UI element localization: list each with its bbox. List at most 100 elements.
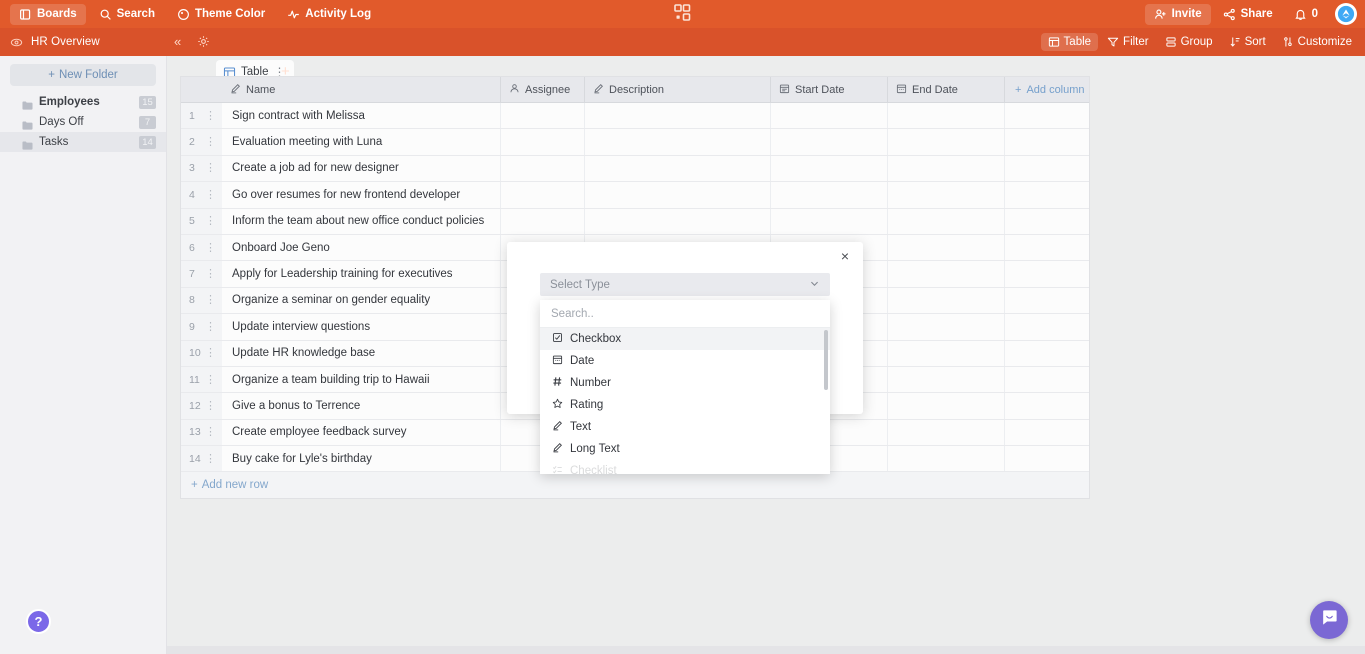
view-tool-sort[interactable]: Sort: [1222, 33, 1273, 51]
cell-name[interactable]: Go over resumes for new frontend develop…: [222, 182, 501, 208]
cell-assignee[interactable]: [501, 182, 585, 208]
cell-end-date[interactable]: [888, 103, 1005, 129]
row-menu-button[interactable]: ⋮: [205, 295, 216, 306]
visibility-eye-icon[interactable]: [10, 36, 23, 49]
type-search-field[interactable]: [540, 300, 830, 328]
row-menu-button[interactable]: ⋮: [205, 269, 216, 280]
add-column-button[interactable]: + Add column: [1005, 77, 1089, 103]
intercom-chat-button[interactable]: [1310, 601, 1348, 639]
notifications-button[interactable]: 0: [1285, 4, 1327, 25]
cell-end-date[interactable]: [888, 234, 1005, 261]
add-new-row-button[interactable]: + Add new row: [181, 472, 1089, 499]
cell-description[interactable]: [585, 208, 771, 234]
cell-end-date[interactable]: [888, 208, 1005, 234]
type-option-text[interactable]: Text: [540, 416, 830, 438]
cell-start-date[interactable]: [771, 155, 888, 182]
row-menu-button[interactable]: ⋮: [205, 110, 216, 121]
close-icon[interactable]: ×: [837, 248, 853, 264]
cell-name[interactable]: Organize a seminar on gender equality: [222, 287, 501, 314]
column-header-assignee[interactable]: Assignee: [501, 77, 585, 103]
sidebar-item-days-off[interactable]: Days Off 7: [0, 112, 166, 132]
cell-end-date[interactable]: [888, 182, 1005, 208]
view-tool-table[interactable]: Table: [1040, 33, 1099, 51]
cell-name[interactable]: Give a bonus to Terrence: [222, 393, 501, 419]
row-menu-button[interactable]: ⋮: [205, 348, 216, 359]
table-row[interactable]: 1 ⋮ Sign contract with Melissa: [181, 103, 1089, 130]
view-tool-customize[interactable]: Customize: [1275, 33, 1359, 51]
cell-assignee[interactable]: [501, 103, 585, 129]
nav-theme-color-button[interactable]: Theme Color: [168, 4, 274, 25]
cell-start-date[interactable]: [771, 182, 888, 208]
view-tool-group[interactable]: Group: [1158, 33, 1220, 51]
type-option-long-text[interactable]: Long Text: [540, 438, 830, 460]
cell-name[interactable]: Organize a team building trip to Hawaii: [222, 366, 501, 393]
sidebar-item-tasks[interactable]: Tasks 14: [0, 132, 166, 152]
cell-name[interactable]: Apply for Leadership training for execut…: [222, 261, 501, 287]
cell-assignee[interactable]: [501, 155, 585, 182]
cell-end-date[interactable]: [888, 419, 1005, 446]
collapse-sidebar-button[interactable]: «: [174, 34, 181, 50]
cell-name[interactable]: Sign contract with Melissa: [222, 103, 501, 129]
cell-description[interactable]: [585, 103, 771, 129]
share-button[interactable]: Share: [1214, 4, 1282, 25]
type-option-checkbox[interactable]: Checkbox: [540, 328, 830, 350]
invite-button[interactable]: Invite: [1144, 3, 1211, 25]
help-button[interactable]: ?: [26, 609, 51, 634]
cell-assignee[interactable]: [501, 208, 585, 234]
cell-name[interactable]: Inform the team about new office conduct…: [222, 208, 501, 234]
type-option-rating[interactable]: Rating: [540, 394, 830, 416]
row-menu-button[interactable]: ⋮: [205, 216, 216, 227]
dropdown-scrollbar[interactable]: [824, 330, 828, 390]
type-option-date[interactable]: Date: [540, 350, 830, 372]
type-option-checklist[interactable]: Checklist: [540, 460, 830, 474]
new-folder-button[interactable]: + New Folder: [10, 64, 156, 86]
cell-name[interactable]: Buy cake for Lyle's birthday: [222, 446, 501, 472]
cell-name[interactable]: Onboard Joe Geno: [222, 234, 501, 261]
cell-name[interactable]: Create employee feedback survey: [222, 419, 501, 446]
cell-name[interactable]: Update interview questions: [222, 314, 501, 340]
cell-start-date[interactable]: [771, 103, 888, 129]
column-header-end-date[interactable]: End Date: [888, 77, 1005, 103]
row-menu-button[interactable]: ⋮: [205, 242, 216, 253]
cell-end-date[interactable]: [888, 261, 1005, 287]
cell-end-date[interactable]: [888, 340, 1005, 366]
table-row[interactable]: 4 ⋮ Go over resumes for new frontend devel…: [181, 182, 1089, 209]
nav-search-button[interactable]: Search: [90, 4, 164, 25]
cell-end-date[interactable]: [888, 393, 1005, 419]
cell-end-date[interactable]: [888, 446, 1005, 472]
cell-description[interactable]: [585, 129, 771, 155]
table-row[interactable]: 3 ⋮ Create a job ad for new designer: [181, 155, 1089, 183]
cell-start-date[interactable]: [771, 208, 888, 234]
cell-end-date[interactable]: [888, 129, 1005, 155]
nav-activity-log-button[interactable]: Activity Log: [278, 4, 380, 25]
row-menu-button[interactable]: ⋮: [205, 374, 216, 385]
cell-end-date[interactable]: [888, 287, 1005, 314]
row-menu-button[interactable]: ⋮: [205, 427, 216, 438]
sidebar-item-employees[interactable]: Employees 15: [0, 92, 166, 112]
cell-description[interactable]: [585, 155, 771, 182]
cell-start-date[interactable]: [771, 129, 888, 155]
cell-end-date[interactable]: [888, 155, 1005, 182]
cell-end-date[interactable]: [888, 366, 1005, 393]
nav-boards-button[interactable]: Boards: [10, 3, 86, 25]
row-menu-button[interactable]: ⋮: [205, 321, 216, 332]
row-menu-button[interactable]: ⋮: [205, 453, 216, 464]
cell-assignee[interactable]: [501, 129, 585, 155]
view-tool-filter[interactable]: Filter: [1100, 33, 1156, 51]
type-option-number[interactable]: Number: [540, 372, 830, 394]
search-input[interactable]: [551, 307, 819, 320]
row-menu-button[interactable]: ⋮: [205, 137, 216, 148]
cell-end-date[interactable]: [888, 314, 1005, 340]
table-row[interactable]: 5 ⋮ Inform the team about new office condu…: [181, 208, 1089, 235]
row-menu-button[interactable]: ⋮: [205, 189, 216, 200]
gear-icon[interactable]: [197, 35, 210, 48]
column-header-description[interactable]: Description: [585, 77, 771, 103]
row-menu-button[interactable]: ⋮: [205, 163, 216, 174]
column-header-name[interactable]: Name: [222, 77, 501, 103]
row-menu-button[interactable]: ⋮: [205, 400, 216, 411]
select-type-dropdown[interactable]: Select Type: [540, 273, 830, 296]
table-row[interactable]: 2 ⋮ Evaluation meeting with Luna: [181, 129, 1089, 156]
cell-name[interactable]: Evaluation meeting with Luna: [222, 129, 501, 155]
column-header-start-date[interactable]: Start Date: [771, 77, 888, 103]
cell-description[interactable]: [585, 182, 771, 208]
